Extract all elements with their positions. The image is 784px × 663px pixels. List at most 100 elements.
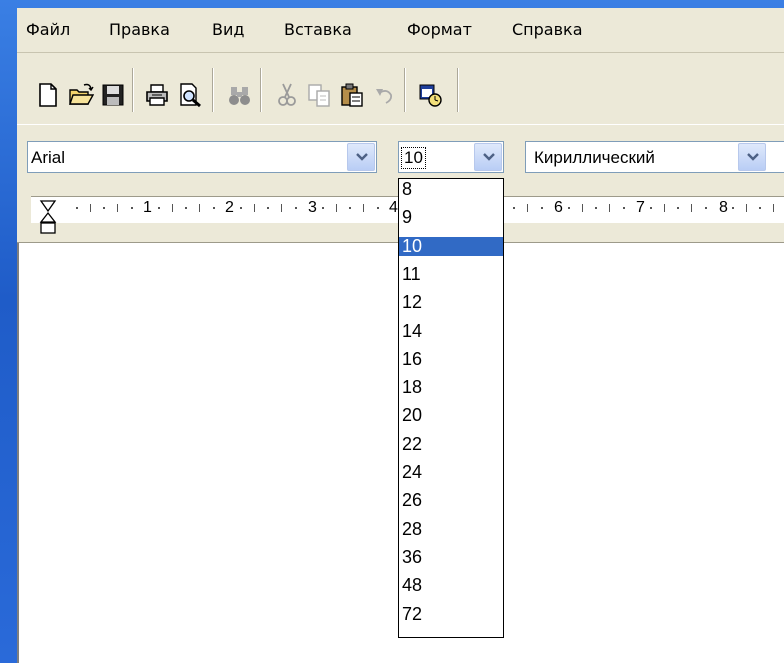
script-value: Кириллический: [534, 148, 655, 167]
paste-icon: [341, 83, 363, 107]
ruler-tick: [773, 204, 774, 212]
font-size-option-18[interactable]: 18: [399, 378, 503, 397]
font-size-option-20[interactable]: 20: [399, 406, 503, 425]
ruler-dot: [650, 207, 652, 209]
ruler-dot: [595, 207, 597, 209]
chevron-down-icon: [356, 153, 368, 161]
toolbar-separator: [260, 68, 262, 112]
menu-insert[interactable]: Вставка: [281, 20, 355, 40]
ruler-dot: [568, 207, 570, 209]
font-size-option-48[interactable]: 48: [399, 576, 503, 595]
save-button[interactable]: [97, 80, 129, 110]
ruler-dot: [158, 207, 160, 209]
wordpad-window: Файл Правка Вид Вставка Формат Справка A…: [17, 8, 784, 663]
ruler-dot: [513, 207, 515, 209]
ruler-tick: [609, 204, 610, 212]
print-preview-button[interactable]: [174, 80, 206, 110]
ruler-dot: [103, 207, 105, 209]
indent-marker-icon[interactable]: [39, 200, 57, 240]
print-icon: [146, 84, 168, 106]
script-combo[interactable]: Кириллический: [525, 141, 784, 173]
font-size-option-28[interactable]: 28: [399, 519, 503, 539]
font-size-option-72[interactable]: 72: [399, 604, 503, 624]
print-button[interactable]: [141, 80, 173, 110]
ruler-tick: [527, 204, 528, 212]
ruler-tick: [363, 204, 364, 212]
font-name-dropdown-button[interactable]: [347, 143, 375, 171]
standard-toolbar: [17, 54, 784, 122]
toolbar-separator: [132, 68, 134, 112]
menu-edit[interactable]: Правка: [106, 20, 173, 40]
font-size-option-8[interactable]: 8: [399, 180, 503, 199]
copy-button[interactable]: [303, 80, 335, 110]
ruler-dot: [623, 207, 625, 209]
ruler-tick: [172, 204, 173, 212]
menu-help[interactable]: Справка: [509, 20, 586, 40]
new-document-icon: [39, 83, 57, 107]
ruler-number: 7: [636, 199, 645, 216]
toolbar-separator: [404, 68, 406, 112]
ruler-dot: [240, 207, 242, 209]
date-time-icon: [419, 84, 442, 107]
ruler-tick: [336, 204, 337, 212]
ruler-dot: [541, 207, 543, 209]
save-disk-icon: [102, 84, 124, 106]
chevron-down-icon: [483, 153, 495, 161]
font-size-value: 10: [401, 147, 426, 169]
ruler-number: 6: [554, 199, 563, 216]
ruler-number: 8: [719, 199, 728, 216]
toolbar-separator: [212, 68, 214, 112]
menu-bar: Файл Правка Вид Вставка Формат Справка: [17, 8, 784, 53]
font-name-combo[interactable]: Arial: [27, 141, 377, 173]
undo-button[interactable]: [368, 80, 400, 110]
font-size-option-22[interactable]: 22: [399, 434, 503, 454]
ruler-dot: [131, 207, 133, 209]
open-folder-icon: [69, 83, 94, 105]
font-size-option-10[interactable]: 10: [399, 236, 503, 256]
ruler-number: 4: [389, 199, 398, 216]
ruler-tick: [582, 204, 583, 212]
ruler-dot: [349, 207, 351, 209]
font-size-option-14[interactable]: 14: [399, 321, 503, 341]
date-time-button[interactable]: [414, 80, 446, 110]
font-size-option-16[interactable]: 16: [399, 349, 503, 369]
paste-button[interactable]: [336, 80, 368, 110]
ruler-dot: [677, 207, 679, 209]
ruler-tick: [281, 204, 282, 212]
ruler-number: 3: [308, 199, 317, 216]
font-size-option-26[interactable]: 26: [399, 491, 503, 510]
menu-format[interactable]: Формат: [404, 20, 475, 40]
font-size-option-9[interactable]: 9: [399, 208, 503, 227]
undo-icon: [376, 89, 393, 104]
cut-button[interactable]: [271, 80, 303, 110]
ruler-dot: [705, 207, 707, 209]
font-size-option-11[interactable]: 11: [399, 264, 503, 284]
ruler-tick: [746, 204, 747, 212]
cut-scissors-icon: [278, 83, 296, 106]
new-button[interactable]: [32, 80, 64, 110]
copy-icon: [308, 84, 330, 107]
ruler-number: 2: [225, 199, 234, 216]
ruler-tick: [199, 204, 200, 212]
ruler-dot: [322, 207, 324, 209]
menu-file[interactable]: Файл: [23, 20, 73, 40]
ruler-tick: [117, 204, 118, 212]
open-button[interactable]: [65, 80, 97, 110]
ruler-dot: [732, 207, 734, 209]
ruler-dot: [185, 207, 187, 209]
font-size-option-12[interactable]: 12: [399, 293, 503, 312]
print-preview-icon: [180, 83, 201, 108]
find-button[interactable]: [224, 80, 256, 110]
ruler-tick: [254, 204, 255, 212]
find-binoculars-icon: [229, 87, 250, 105]
script-dropdown-button[interactable]: [738, 143, 766, 171]
font-size-combo[interactable]: 10: [398, 141, 504, 173]
ruler-tick: [691, 204, 692, 212]
font-name-value: Arial: [31, 148, 66, 167]
font-size-option-24[interactable]: 24: [399, 463, 503, 482]
ruler-dot: [377, 207, 379, 209]
font-size-dropdown-button[interactable]: [474, 143, 502, 171]
ruler-tick: [90, 204, 91, 212]
menu-view[interactable]: Вид: [209, 20, 247, 40]
font-size-option-36[interactable]: 36: [399, 547, 503, 567]
